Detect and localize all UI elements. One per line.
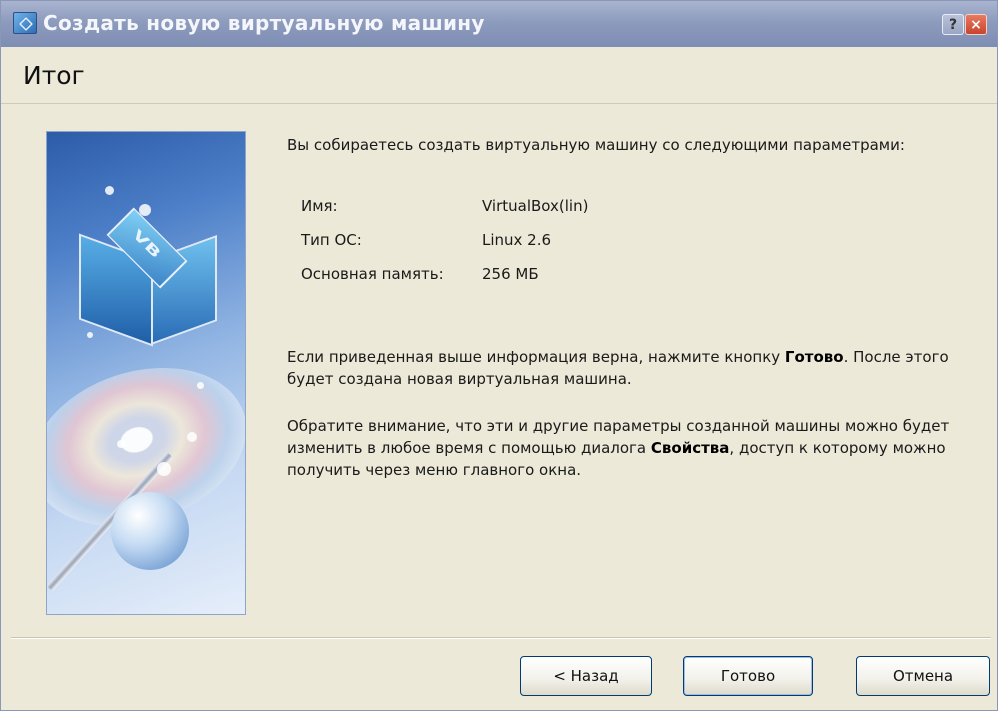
cancel-button[interactable]: Отмена — [856, 656, 990, 696]
sparkle — [87, 332, 93, 338]
title-bar[interactable]: Создать новую виртуальную машину ? × — [1, 1, 997, 47]
finish-instruction-text: Если приведенная выше информация верна, … — [287, 346, 977, 390]
window-title: Создать новую виртуальную машину — [43, 11, 485, 35]
param-label-os-type: Тип ОС: — [301, 231, 362, 249]
wizard-dialog: Создать новую виртуальную машину ? × Ито… — [0, 0, 998, 711]
param-value-memory: 256 МБ — [482, 265, 539, 283]
footer-divider — [11, 637, 991, 639]
help-button[interactable]: ? — [942, 14, 964, 35]
sparkle — [197, 382, 204, 389]
summary-intro: Вы собираетесь создать виртуальную машин… — [287, 136, 905, 154]
param-value-name: VirtualBox(lin) — [482, 197, 589, 215]
back-button[interactable]: < Назад — [520, 656, 652, 696]
properties-keyword: Свойства — [650, 439, 730, 457]
wizard-side-image — [46, 131, 246, 615]
orb-graphic — [111, 492, 189, 570]
finish-keyword: Готово — [784, 348, 844, 366]
finish-button[interactable]: Готово — [683, 656, 813, 696]
sparkle — [117, 440, 125, 448]
page-title: Итог — [23, 61, 85, 90]
virtualbox-app-icon — [13, 12, 37, 34]
close-button[interactable]: × — [965, 14, 987, 35]
page-header: Итог — [1, 47, 997, 104]
param-label-memory: Основная память: — [301, 265, 444, 283]
param-value-os-type: Linux 2.6 — [482, 231, 552, 249]
sparkle — [187, 432, 197, 442]
sparkle — [105, 186, 114, 195]
settings-note-text: Обратите внимание, что эти и другие пара… — [287, 415, 977, 481]
sparkle — [139, 204, 151, 216]
finish-instruction-part1: Если приведенная выше информация верна, … — [287, 348, 785, 366]
sparkle — [157, 462, 171, 476]
param-label-name: Имя: — [301, 197, 338, 215]
